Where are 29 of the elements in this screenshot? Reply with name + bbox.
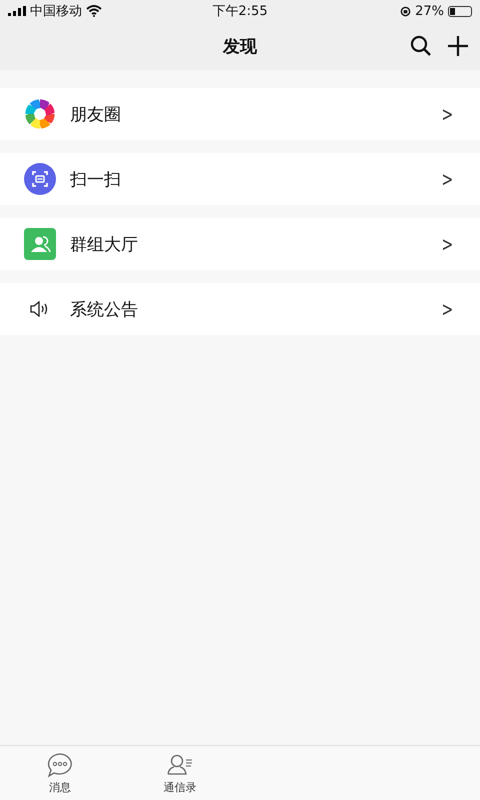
battery-percent: 27%: [415, 4, 444, 18]
chevron: >: [442, 102, 454, 126]
chevron: >: [442, 232, 454, 256]
scan-icon: [24, 163, 56, 195]
aperture-icon: [24, 98, 56, 130]
group-icon: [24, 228, 56, 260]
menu-item[interactable]: 朋友圈 >: [0, 88, 480, 140]
menu-item[interactable]: 群组大厅 >: [0, 218, 480, 270]
add-icon[interactable]: [448, 36, 468, 56]
chat-bubble-icon: [46, 752, 74, 778]
menu-item-label: 扫一扫: [70, 168, 122, 190]
tab[interactable]: 消息: [0, 746, 120, 800]
menu-item[interactable]: 系统公告 >: [0, 283, 480, 335]
rotation-lock-icon: [400, 6, 412, 16]
search-icon[interactable]: [410, 35, 432, 57]
menu-item-label: 系统公告: [70, 298, 139, 320]
tab[interactable]: 通信录: [120, 746, 240, 800]
menu-item-label: 群组大厅: [70, 234, 139, 256]
chevron: >: [442, 297, 454, 321]
battery-icon: [448, 6, 472, 16]
menu-item[interactable]: 扫一扫 >: [0, 153, 480, 205]
wifi-icon: [86, 5, 102, 17]
status-time: 下午2:55: [212, 3, 268, 20]
chevron: >: [442, 167, 454, 191]
speaker-icon: [30, 301, 50, 317]
page-title: 发现: [223, 36, 257, 58]
signal-icon: [8, 6, 26, 16]
carrier: 中国移动: [30, 3, 82, 20]
menu-item-label: 朋友圈: [70, 104, 122, 126]
